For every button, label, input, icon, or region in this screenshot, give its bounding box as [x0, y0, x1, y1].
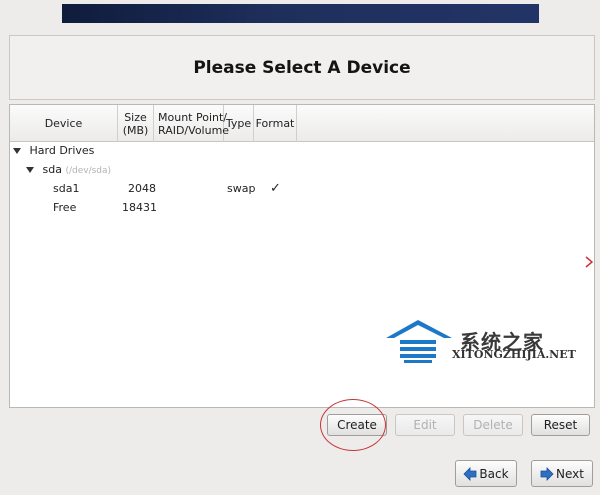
- next-button[interactable]: Next: [531, 460, 593, 487]
- house-logo-icon: [386, 320, 452, 363]
- watermark-logo: 系统之家 XITONGZHIJIA.NET: [384, 316, 584, 376]
- group-label: Hard Drives: [29, 144, 95, 157]
- scroll-marker-icon: [585, 256, 593, 268]
- column-size[interactable]: Size (MB): [118, 105, 154, 142]
- back-arrow-icon: [463, 466, 477, 481]
- tree-row-hard-drives[interactable]: Hard Drives: [13, 142, 94, 160]
- column-type[interactable]: Type: [224, 105, 254, 142]
- back-button[interactable]: Back: [455, 460, 517, 487]
- create-button[interactable]: Create: [327, 414, 387, 436]
- next-label: Next: [556, 466, 584, 481]
- drive-path: (/dev/sda): [65, 166, 112, 176]
- row-device: sda1: [53, 182, 80, 195]
- next-arrow-icon: [540, 466, 554, 481]
- row-size: 18431: [122, 201, 157, 214]
- row-size: 2048: [128, 182, 156, 195]
- format-check-icon: ✓: [270, 181, 281, 196]
- expand-triangle-icon[interactable]: [26, 167, 34, 173]
- back-label: Back: [479, 466, 509, 481]
- column-format[interactable]: Format: [254, 105, 297, 142]
- row-device: Free: [53, 201, 77, 214]
- delete-button[interactable]: Delete: [463, 414, 523, 436]
- edit-button[interactable]: Edit: [395, 414, 455, 436]
- top-banner: [62, 4, 539, 23]
- tree-row-sda[interactable]: sda (/dev/sda): [26, 161, 111, 179]
- column-device[interactable]: Device: [10, 105, 118, 142]
- table-header: Device Size (MB) Mount Point/ RAID/Volum…: [10, 105, 594, 142]
- expand-triangle-icon[interactable]: [13, 148, 21, 154]
- row-type: swap: [227, 182, 256, 195]
- title-panel: Please Select A Device: [9, 35, 595, 100]
- drive-name: sda: [42, 163, 62, 176]
- column-mount-point[interactable]: Mount Point/ RAID/Volume: [154, 105, 229, 142]
- table-row[interactable]: Free 18431: [10, 199, 310, 217]
- page-title: Please Select A Device: [193, 57, 411, 78]
- watermark-url: XITONGZHIJIA.NET: [452, 348, 576, 361]
- reset-button[interactable]: Reset: [531, 414, 590, 436]
- table-row[interactable]: sda1 2048 swap ✓: [10, 180, 310, 198]
